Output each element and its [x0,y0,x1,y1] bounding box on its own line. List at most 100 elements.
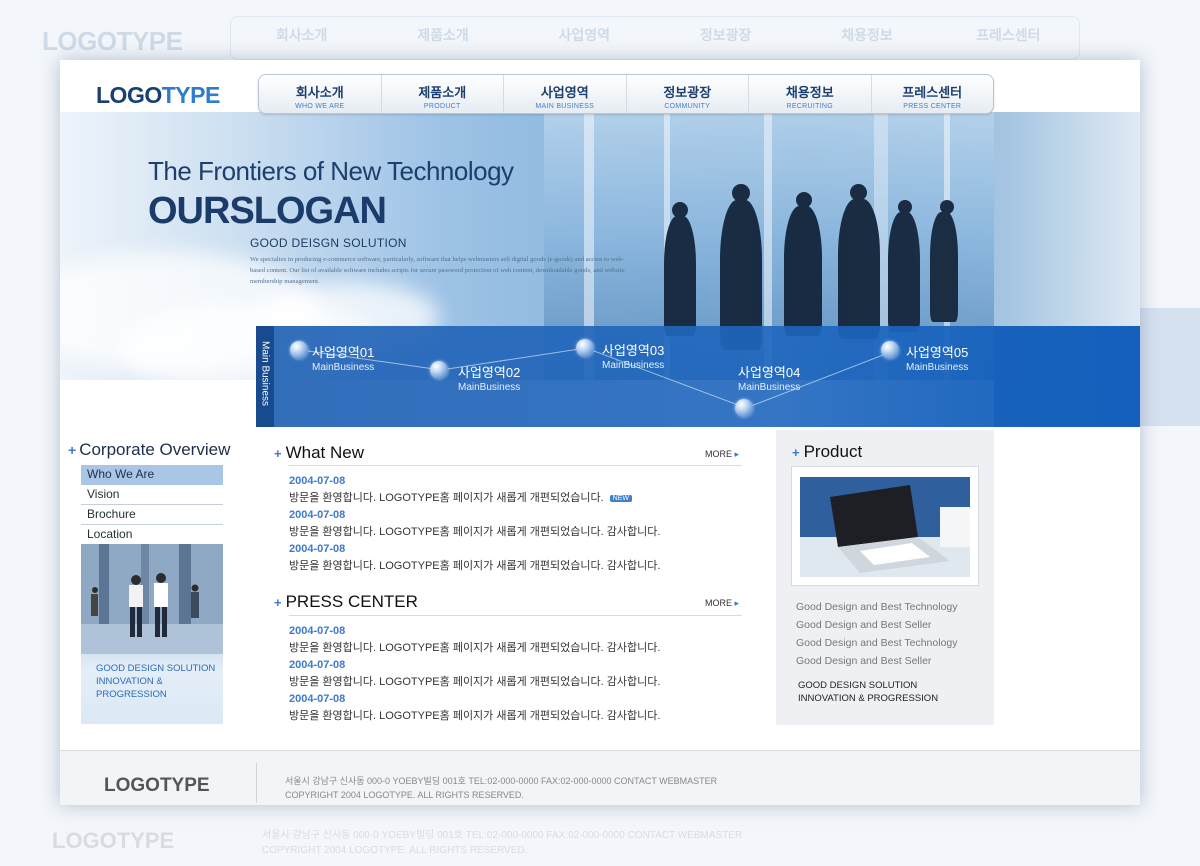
business-title: 사업영역01 [312,345,375,360]
plus-icon: + [792,445,800,460]
ghost-band [1140,308,1200,426]
product-links: Good Design and Best Technology Good Des… [796,598,958,670]
news-text: 방문을 환영합니다. LOGOTYPE홈 페이지가 새롭게 개편되었습니다. 감… [289,676,661,688]
product-photo[interactable] [791,466,979,586]
briefcase-image [800,477,970,577]
divider [289,465,742,466]
business-title: 사업영역03 [602,343,665,358]
business-item-04[interactable]: 사업영역04 MainBusiness [738,362,800,393]
footer-logo[interactable]: LOGOTYPE [104,775,210,797]
site-logo[interactable]: LOGOTYPE [96,82,220,109]
hero-slogan: OURSLOGAN [148,190,387,232]
nav-sublabel: PRODUCT [423,103,461,110]
business-sub: MainBusiness [738,382,801,393]
sidebar-banner[interactable]: GOOD DESIGN SOLUTION INNOVATION & PROGRE… [81,544,223,724]
news-date: 2004-07-08 [289,543,346,555]
sidebar-banner-text: GOOD DESIGN SOLUTION INNOVATION & PROGRE… [96,663,216,700]
whats-new-more-link[interactable]: MORE ▸ [705,449,739,460]
business-item-03[interactable]: 사업영역03 MainBusiness [602,340,664,371]
news-text: 방문을 환영합니다. LOGOTYPE홈 페이지가 새롭게 개편되었습니다. NE… [289,489,749,505]
nav-label: 프레스센터 [902,85,963,100]
news-text: 방문을 환영합니다. LOGOTYPE홈 페이지가 새롭게 개편되었습니다. 감… [289,642,661,654]
main-page: The Frontiers of New Technology OURSLOGA… [60,60,1140,805]
news-text: 방문을 환영합니다. LOGOTYPE홈 페이지가 새롭게 개편되었습니다. 감… [289,710,661,722]
sidebar-item-brochure[interactable]: Brochure [81,505,223,525]
product-link[interactable]: Good Design and Best Seller [796,616,958,634]
news-item[interactable]: 2004-07-08 방문을 환영합니다. LOGOTYPE홈 페이지가 새롭게… [289,625,749,659]
orb-icon [576,339,594,357]
business-people-photo [81,544,223,654]
footer-divider [256,763,257,803]
orb-icon [430,361,448,379]
plus-icon: + [68,442,77,458]
news-item[interactable]: 2004-07-08 방문을 환영합니다. LOGOTYPE홈 페이지가 새롭게… [289,475,749,509]
business-title: 사업영역02 [458,365,521,380]
product-title: + Product [792,442,863,461]
news-item[interactable]: 2004-07-08 방문을 환영합니다. LOGOTYPE홈 페이지가 새롭게… [289,543,749,577]
business-item-02[interactable]: 사업영역02 MainBusiness [458,362,520,393]
arrow-right-icon: ▸ [734,598,740,608]
nav-sublabel: PRESS CENTER [903,103,962,110]
news-item[interactable]: 2004-07-08 방문을 환영합니다. LOGOTYPE홈 페이지가 새롭게… [289,693,749,727]
nav-item-community[interactable]: 정보광장 COMMUNITY [627,75,749,113]
sidebar-item-who-we-are[interactable]: Who We Are [81,465,223,485]
ghost-footer-logo: LOGOTYPE [52,828,175,853]
press-center-more-link[interactable]: MORE ▸ [705,598,739,609]
ghost-logo: LOGOTYPE [42,26,183,56]
business-title: 사업영역04 [738,365,801,380]
product-panel: + Product Good Design and Best Technology… [776,430,994,725]
nav-label: 사업영역 [540,85,589,100]
sidebar-item-vision[interactable]: Vision [81,485,223,505]
orb-icon [881,341,899,359]
nav-item-who-we-are[interactable]: 회사소개 WHO WE ARE [259,75,382,113]
whats-new-title: + What New [274,443,365,462]
plus-icon: + [274,446,282,461]
divider [289,615,742,616]
nav-item-press-center[interactable]: 프레스센터 PRESS CENTER [872,75,994,113]
orb-icon [735,399,753,417]
footer-address: 서울시 강남구 신사동 000-0 YOEBY빌딩 001호 TEL:02-00… [285,776,718,786]
nav-label: 제품소개 [418,85,467,100]
business-sub: MainBusiness [906,362,969,373]
nav-item-product[interactable]: 제품소개 PRODUCT [382,75,504,113]
new-badge: NEW [609,495,633,502]
arrow-right-icon: ▸ [734,449,740,459]
news-date: 2004-07-08 [289,509,346,521]
footer-copyright: COPYRIGHT 2004 LOGOTYPE. ALL RIGHTS RESE… [285,790,524,800]
orb-icon [290,341,308,359]
product-tagline: GOOD DESIGN SOLUTION INNOVATION & PROGRE… [798,680,939,704]
nav-item-recruiting[interactable]: 채용정보 RECRUITING [749,75,872,113]
news-date: 2004-07-08 [289,693,346,705]
business-sub: MainBusiness [602,360,665,371]
business-sub: MainBusiness [458,382,521,393]
product-link[interactable]: Good Design and Best Seller [796,652,958,670]
main-nav: 회사소개 WHO WE ARE 제품소개 PRODUCT 사업영역 MAIN B… [258,74,994,114]
sidebar-title: + Corporate Overview [68,440,231,459]
hero-description: We specialize in producing e-commerce so… [250,256,625,285]
news-item[interactable]: 2004-07-08 방문을 환영합니다. LOGOTYPE홈 페이지가 새롭게… [289,659,749,693]
sidebar-item-location[interactable]: Location [81,525,223,545]
product-link[interactable]: Good Design and Best Technology [796,634,958,652]
nav-sublabel: MAIN BUSINESS [535,103,595,110]
news-text: 방문을 환영합니다. LOGOTYPE홈 페이지가 새롭게 개편되었습니다. 감… [289,526,661,538]
nav-sublabel: WHO WE ARE [295,103,345,110]
news-item[interactable]: 2004-07-08 방문을 환영합니다. LOGOTYPE홈 페이지가 새롭게… [289,509,749,543]
main-business-band: Main Business 사업영역01 MainBusiness 사업영역02… [256,326,1140,427]
business-sub: MainBusiness [312,362,375,373]
news-date: 2004-07-08 [289,475,346,487]
nav-label: 회사소개 [295,85,344,100]
nav-label: 채용정보 [785,85,834,100]
logo-part-1: LOGO [96,82,162,108]
logo-part-2: TYPE [161,82,221,108]
news-date: 2004-07-08 [289,625,346,637]
business-item-05[interactable]: 사업영역05 MainBusiness [906,342,968,373]
business-title: 사업영역05 [906,345,969,360]
press-center-list: 2004-07-08 방문을 환영합니다. LOGOTYPE홈 페이지가 새롭게… [289,625,749,727]
nav-item-main-business[interactable]: 사업영역 MAIN BUSINESS [504,75,627,113]
product-link[interactable]: Good Design and Best Technology [796,598,958,616]
whats-new-list: 2004-07-08 방문을 환영합니다. LOGOTYPE홈 페이지가 새롭게… [289,475,749,577]
business-item-01[interactable]: 사업영역01 MainBusiness [312,342,374,373]
nav-sublabel: RECRUITING [786,103,834,110]
footer-info: 서울시 강남구 신사동 000-0 YOEBY빌딩 001호 TEL:02-00… [285,774,717,802]
ghost-footer-text: 서울시 강남구 신사동 000-0 YOEBY빌딩 001호 TEL:02-00… [262,830,743,856]
